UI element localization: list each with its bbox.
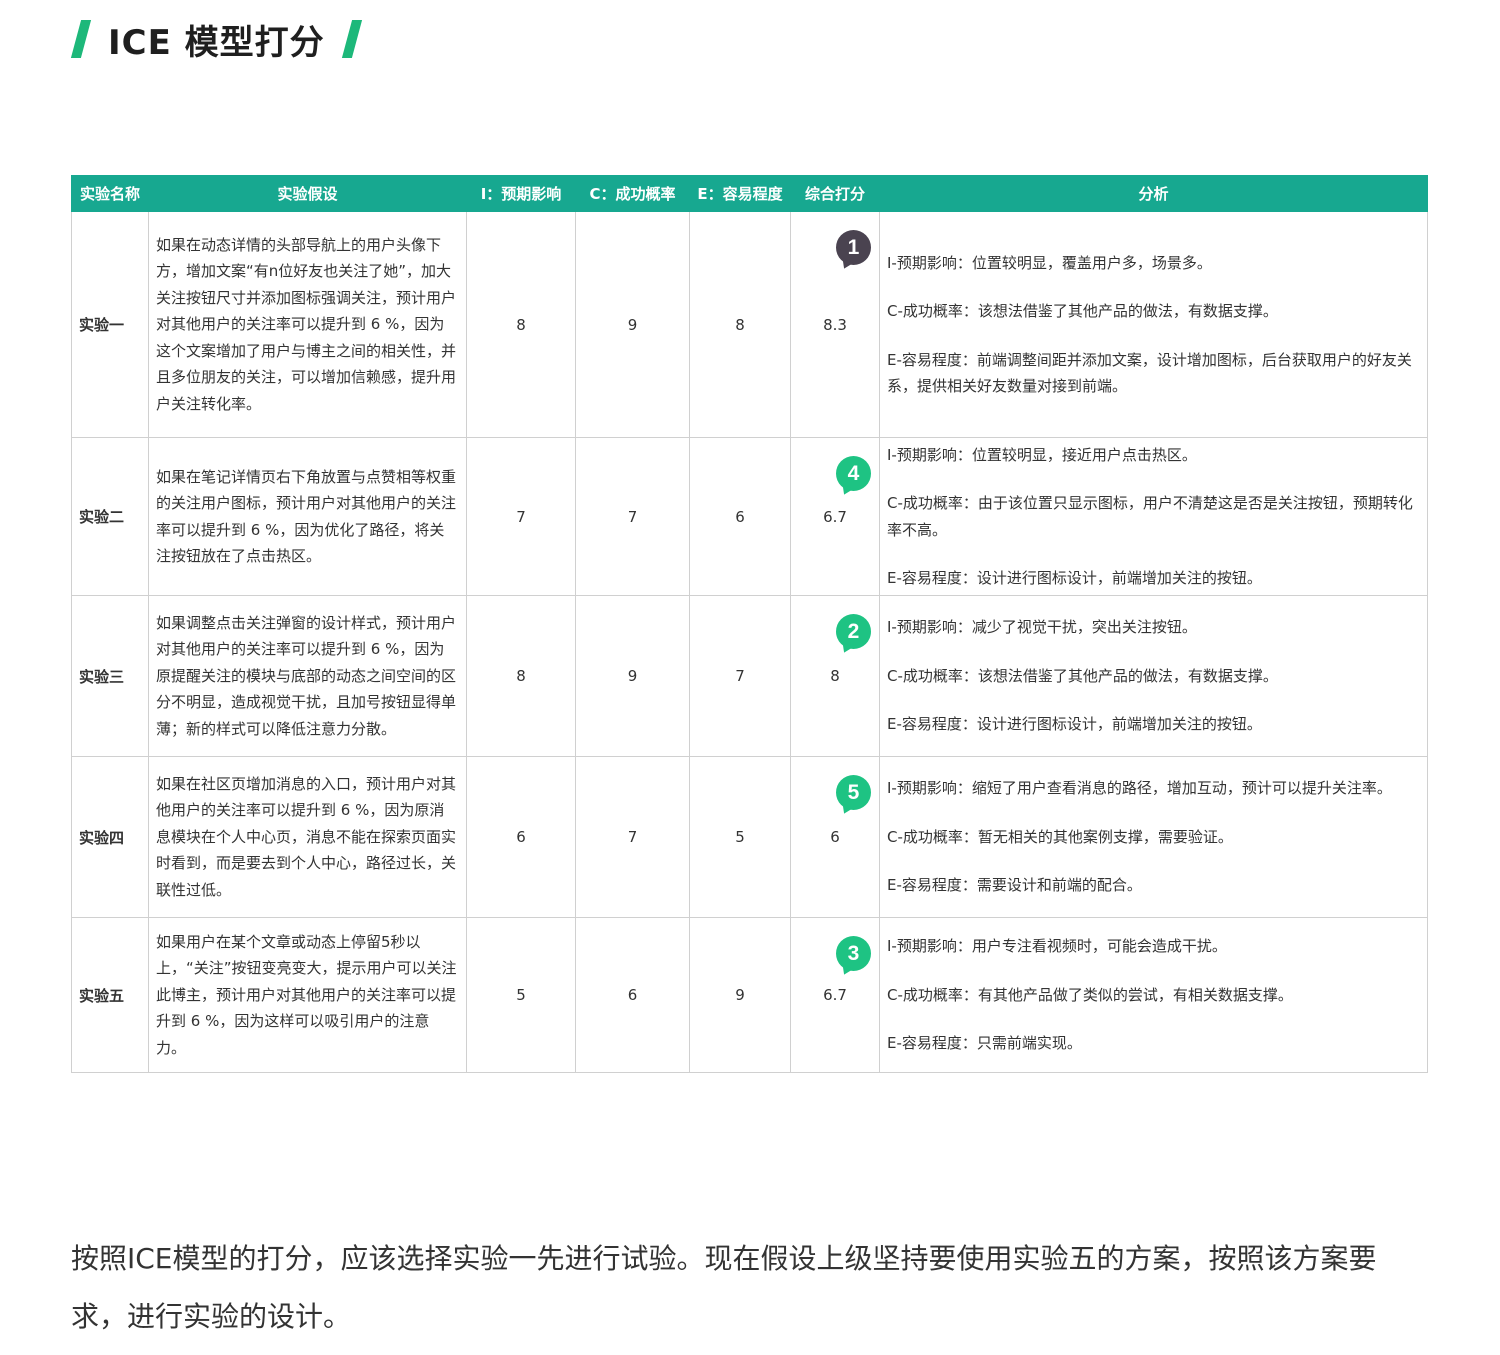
experiment-name: 实验二 xyxy=(71,437,149,596)
header-ease: E：容易程度 xyxy=(689,175,791,212)
confidence-score: 7 xyxy=(575,756,690,918)
total-score-cell: 1 8.3 xyxy=(790,211,880,438)
experiment-hypothesis: 如果用户在某个文章或动态上停留5秒以上，“关注”按钮变亮变大，提示用户可以关注此… xyxy=(148,917,467,1073)
impact-score: 5 xyxy=(466,917,576,1073)
total-score-cell: 3 6.7 xyxy=(790,917,880,1073)
analysis-impact: I-预期影响：位置较明显，接近用户点击热区。 xyxy=(887,445,1197,464)
rank-badge-icon: 2 xyxy=(836,614,871,649)
impact-score: 8 xyxy=(466,211,576,438)
analysis-confidence: C-成功概率：由于该位置只显示图标，用户不清楚这是否是关注按钮，预期转化率不高。 xyxy=(887,494,1413,539)
header-experiment-name: 实验名称 xyxy=(71,175,149,212)
rank-badge-icon: 1 xyxy=(836,230,871,265)
rank-badge-icon: 4 xyxy=(836,456,871,491)
experiment-hypothesis: 如果调整点击关注弹窗的设计样式，预计用户对其他用户的关注率可以提升到 6 %，因… xyxy=(148,595,467,757)
ease-score: 8 xyxy=(689,211,791,438)
analysis-ease: E-容易程度：前端调整间距并添加文案，设计增加图标，后台获取用户的好友关系，提供… xyxy=(887,350,1412,396)
analysis-confidence: C-成功概率：暂无相关的其他案例支撑，需要验证。 xyxy=(887,827,1233,846)
impact-score: 7 xyxy=(466,437,576,596)
total-score-cell: 5 6 xyxy=(790,756,880,918)
analysis-cell: I-预期影响：减少了视觉干扰，突出关注按钮。 C-成功概率：该想法借鉴了其他产品… xyxy=(879,595,1428,757)
conclusion-paragraph: 按照ICE模型的打分，应该选择实验一先进行试验。现在假设上级坚持要使用实验五的方… xyxy=(71,1242,1377,1333)
table-row: 实验三 如果调整点击关注弹窗的设计样式，预计用户对其他用户的关注率可以提升到 6… xyxy=(71,595,1428,757)
header-score: 综合打分 xyxy=(790,175,880,212)
confidence-score: 6 xyxy=(575,917,690,1073)
rank-badge-icon: 5 xyxy=(836,775,871,810)
rank-badge-icon: 3 xyxy=(836,936,871,971)
analysis-confidence: C-成功概率：该想法借鉴了其他产品的做法，有数据支撑。 xyxy=(887,302,1278,320)
experiment-hypothesis: 如果在社区页增加消息的入口，预计用户对其他用户的关注率可以提升到 6 %，因为原… xyxy=(148,756,467,918)
analysis-impact: I-预期影响：位置较明显，覆盖用户多，场景多。 xyxy=(887,253,1212,272)
analysis-cell: I-预期影响：缩短了用户查看消息的路径，增加互动，预计可以提升关注率。 C-成功… xyxy=(879,756,1428,918)
confidence-score: 9 xyxy=(575,595,690,757)
experiment-hypothesis: 如果在动态详情的头部导航上的用户头像下方，增加文案“有n位好友也关注了她”，加大… xyxy=(148,211,467,438)
analysis-ease: E-容易程度：设计进行图标设计，前端增加关注的按钮。 xyxy=(887,569,1262,587)
analysis-cell: I-预期影响：位置较明显，接近用户点击热区。 C-成功概率：由于该位置只显示图标… xyxy=(879,437,1428,596)
analysis-confidence: C-成功概率：有其他产品做了类似的尝试，有相关数据支撑。 xyxy=(887,985,1293,1004)
analysis-ease: E-容易程度：只需前端实现。 xyxy=(887,1034,1082,1053)
analysis-cell: I-预期影响：用户专注看视频时，可能会造成干扰。 C-成功概率：有其他产品做了类… xyxy=(879,917,1428,1073)
experiment-name: 实验四 xyxy=(71,756,149,918)
total-score: 8.3 xyxy=(823,315,847,334)
impact-score: 6 xyxy=(466,756,576,918)
ease-score: 5 xyxy=(689,756,791,918)
section-title: ICE 模型打分 xyxy=(70,14,362,64)
total-score: 6 xyxy=(830,828,840,846)
table-row: 实验四 如果在社区页增加消息的入口，预计用户对其他用户的关注率可以提升到 6 %… xyxy=(71,756,1428,918)
title-slash-left-decoration xyxy=(70,20,92,58)
impact-score: 8 xyxy=(466,595,576,757)
analysis-cell: I-预期影响：位置较明显，覆盖用户多，场景多。 C-成功概率：该想法借鉴了其他产… xyxy=(879,211,1428,438)
experiment-name: 实验三 xyxy=(71,595,149,757)
experiment-name: 实验五 xyxy=(71,917,149,1073)
analysis-impact: I-预期影响：缩短了用户查看消息的路径，增加互动，预计可以提升关注率。 xyxy=(887,779,1392,798)
experiment-name: 实验一 xyxy=(71,211,149,438)
confidence-score: 9 xyxy=(575,211,690,438)
analysis-ease: E-容易程度：设计进行图标设计，前端增加关注的按钮。 xyxy=(887,715,1262,734)
page-title: ICE 模型打分 xyxy=(108,22,325,63)
total-score: 6.7 xyxy=(823,986,847,1004)
ice-score-table: 实验名称 实验假设 I：预期影响 C：成功概率 E：容易程度 综合打分 分析 实… xyxy=(71,175,1428,1073)
experiment-hypothesis: 如果在笔记详情页右下角放置与点赞相等权重的关注用户图标，预计用户对其他用户的关注… xyxy=(148,437,467,596)
analysis-confidence: C-成功概率：该想法借鉴了其他产品的做法，有数据支撑。 xyxy=(887,666,1278,685)
ease-score: 9 xyxy=(689,917,791,1073)
confidence-score: 7 xyxy=(575,437,690,596)
total-score-cell: 4 6.7 xyxy=(790,437,880,596)
title-slash-right-decoration xyxy=(341,20,362,58)
total-score: 6.7 xyxy=(823,507,847,526)
ease-score: 7 xyxy=(689,595,791,757)
total-score-cell: 2 8 xyxy=(790,595,880,757)
total-score: 8 xyxy=(830,667,840,685)
ease-score: 6 xyxy=(689,437,791,596)
header-impact: I：预期影响 xyxy=(466,175,576,212)
table-header-row: 实验名称 实验假设 I：预期影响 C：成功概率 E：容易程度 综合打分 分析 xyxy=(71,175,1428,212)
table-row: 实验一 如果在动态详情的头部导航上的用户头像下方，增加文案“有n位好友也关注了她… xyxy=(71,211,1428,438)
header-analysis: 分析 xyxy=(879,175,1428,212)
analysis-impact: I-预期影响：减少了视觉干扰，突出关注按钮。 xyxy=(887,618,1197,637)
header-hypothesis: 实验假设 xyxy=(148,175,467,212)
header-confidence: C：成功概率 xyxy=(575,175,690,212)
table-row: 实验二 如果在笔记详情页右下角放置与点赞相等权重的关注用户图标，预计用户对其他用… xyxy=(71,437,1428,596)
analysis-impact: I-预期影响：用户专注看视频时，可能会造成干扰。 xyxy=(887,937,1227,956)
table-row: 实验五 如果用户在某个文章或动态上停留5秒以上，“关注”按钮变亮变大，提示用户可… xyxy=(71,917,1428,1073)
analysis-ease: E-容易程度：需要设计和前端的配合。 xyxy=(887,876,1142,895)
